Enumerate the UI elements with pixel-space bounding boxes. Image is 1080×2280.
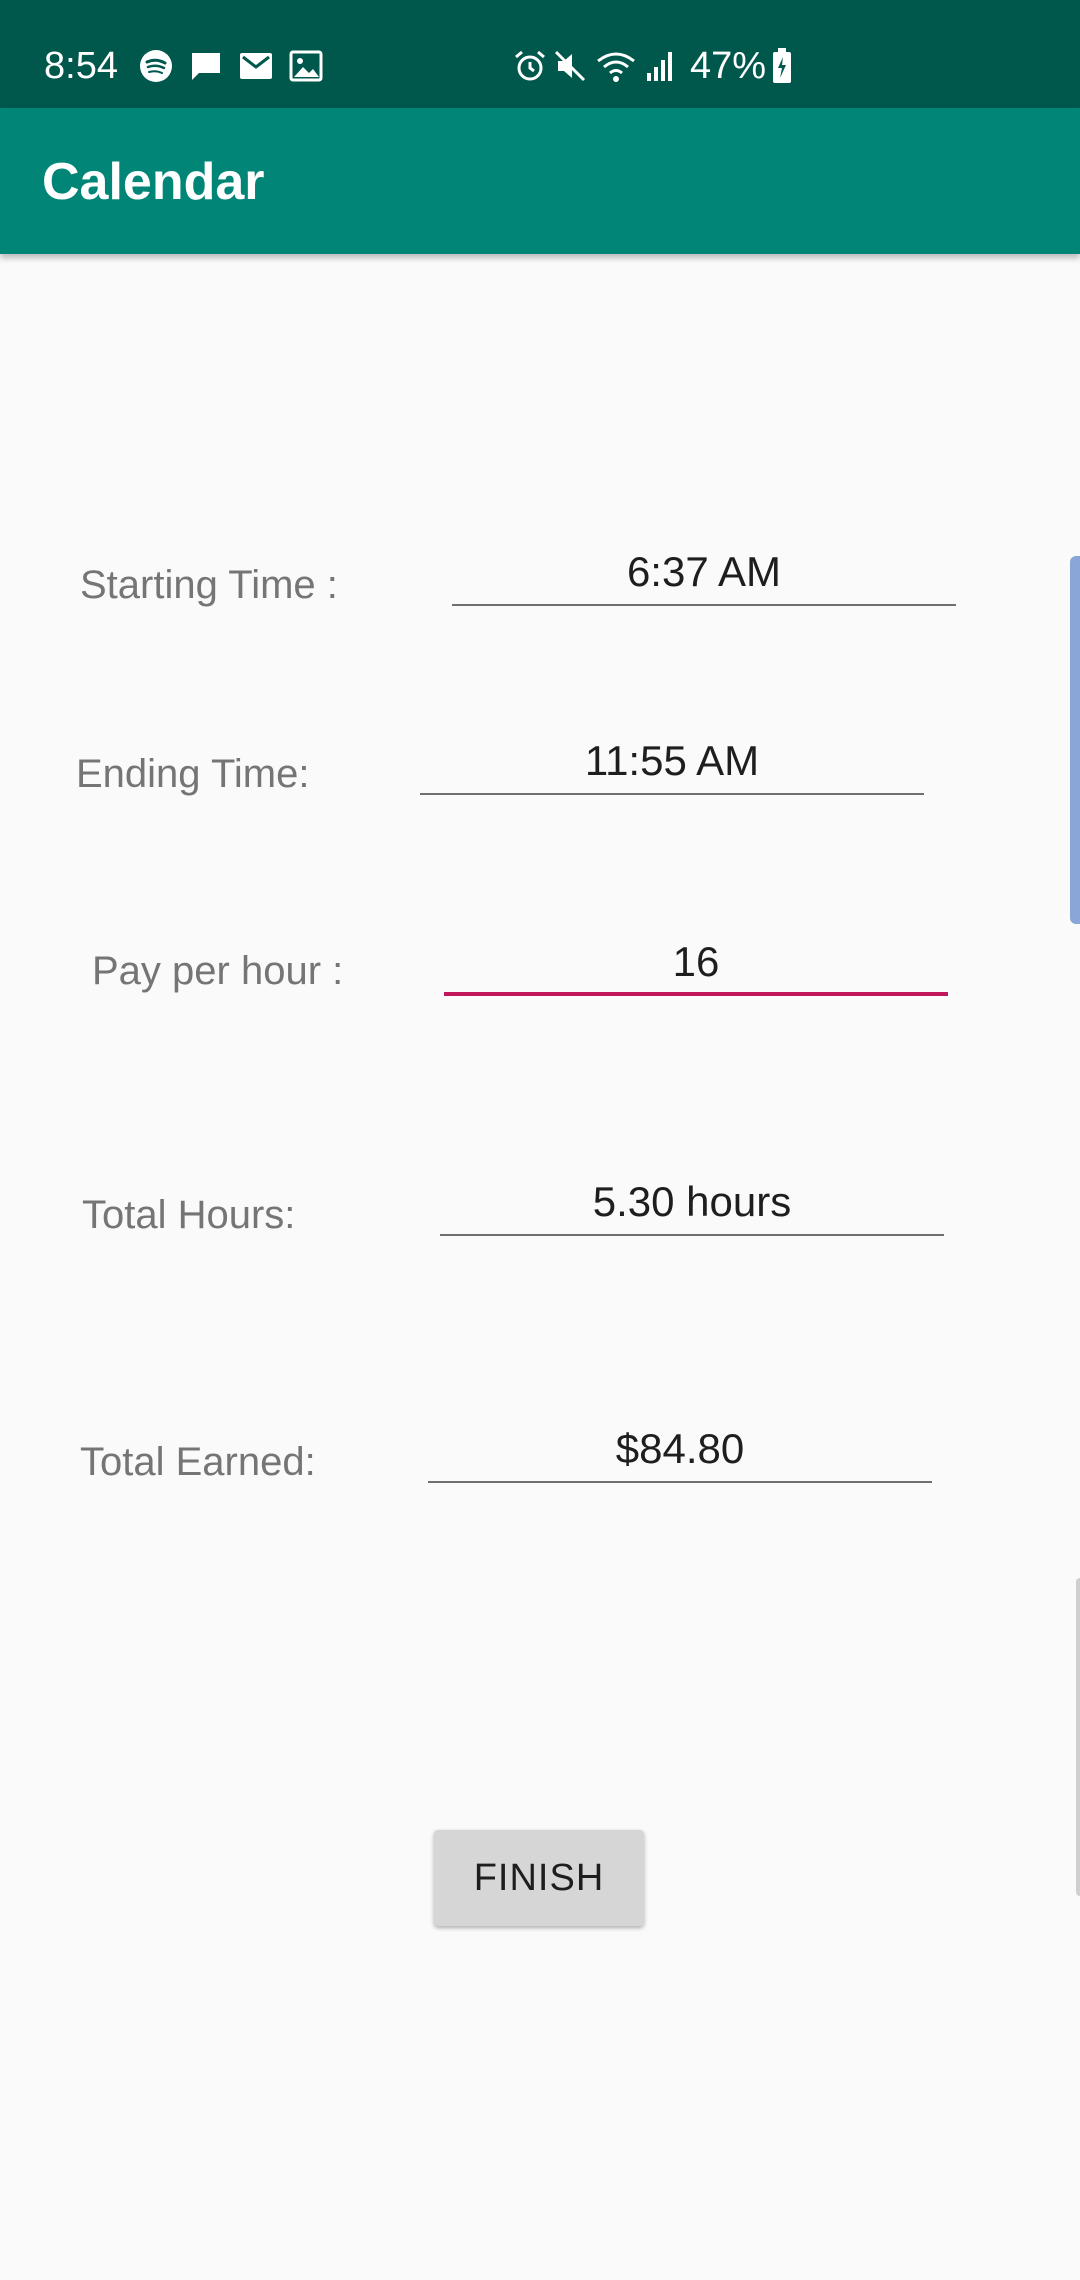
signal-icon (644, 48, 674, 84)
alarm-icon (512, 48, 548, 84)
pay-per-hour-label: Pay per hour : (92, 949, 344, 993)
total-hours-field[interactable]: 5.30 hours (440, 1174, 944, 1236)
total-earned-field[interactable]: $84.80 (428, 1421, 932, 1483)
ending-time-label: Ending Time: (76, 752, 310, 796)
battery-percent: 47% (690, 45, 767, 87)
finish-button[interactable]: FINISH (434, 1830, 644, 1926)
status-time: 8:54 (44, 45, 118, 87)
battery-charging-icon (770, 46, 794, 86)
mute-icon (552, 48, 588, 84)
gallery-icon (288, 48, 324, 84)
total-hours-label: Total Hours: (82, 1193, 296, 1237)
app-bar: Calendar (0, 108, 1080, 254)
scroll-track-indicator (1076, 1578, 1080, 1896)
gmail-icon (238, 50, 274, 82)
message-icon (188, 48, 224, 84)
starting-time-field[interactable]: 6:37 AM (452, 544, 956, 606)
ending-time-field[interactable]: 11:55 AM (420, 733, 924, 795)
starting-time-label: Starting Time : (80, 563, 338, 607)
app-title: Calendar (42, 153, 265, 211)
status-bar: 8:54 47% (0, 0, 1080, 108)
scroll-indicator[interactable] (1070, 556, 1080, 924)
spotify-icon (138, 48, 174, 84)
wifi-icon (596, 48, 636, 84)
pay-per-hour-input[interactable]: 16 (444, 934, 948, 996)
total-earned-label: Total Earned: (80, 1440, 316, 1484)
